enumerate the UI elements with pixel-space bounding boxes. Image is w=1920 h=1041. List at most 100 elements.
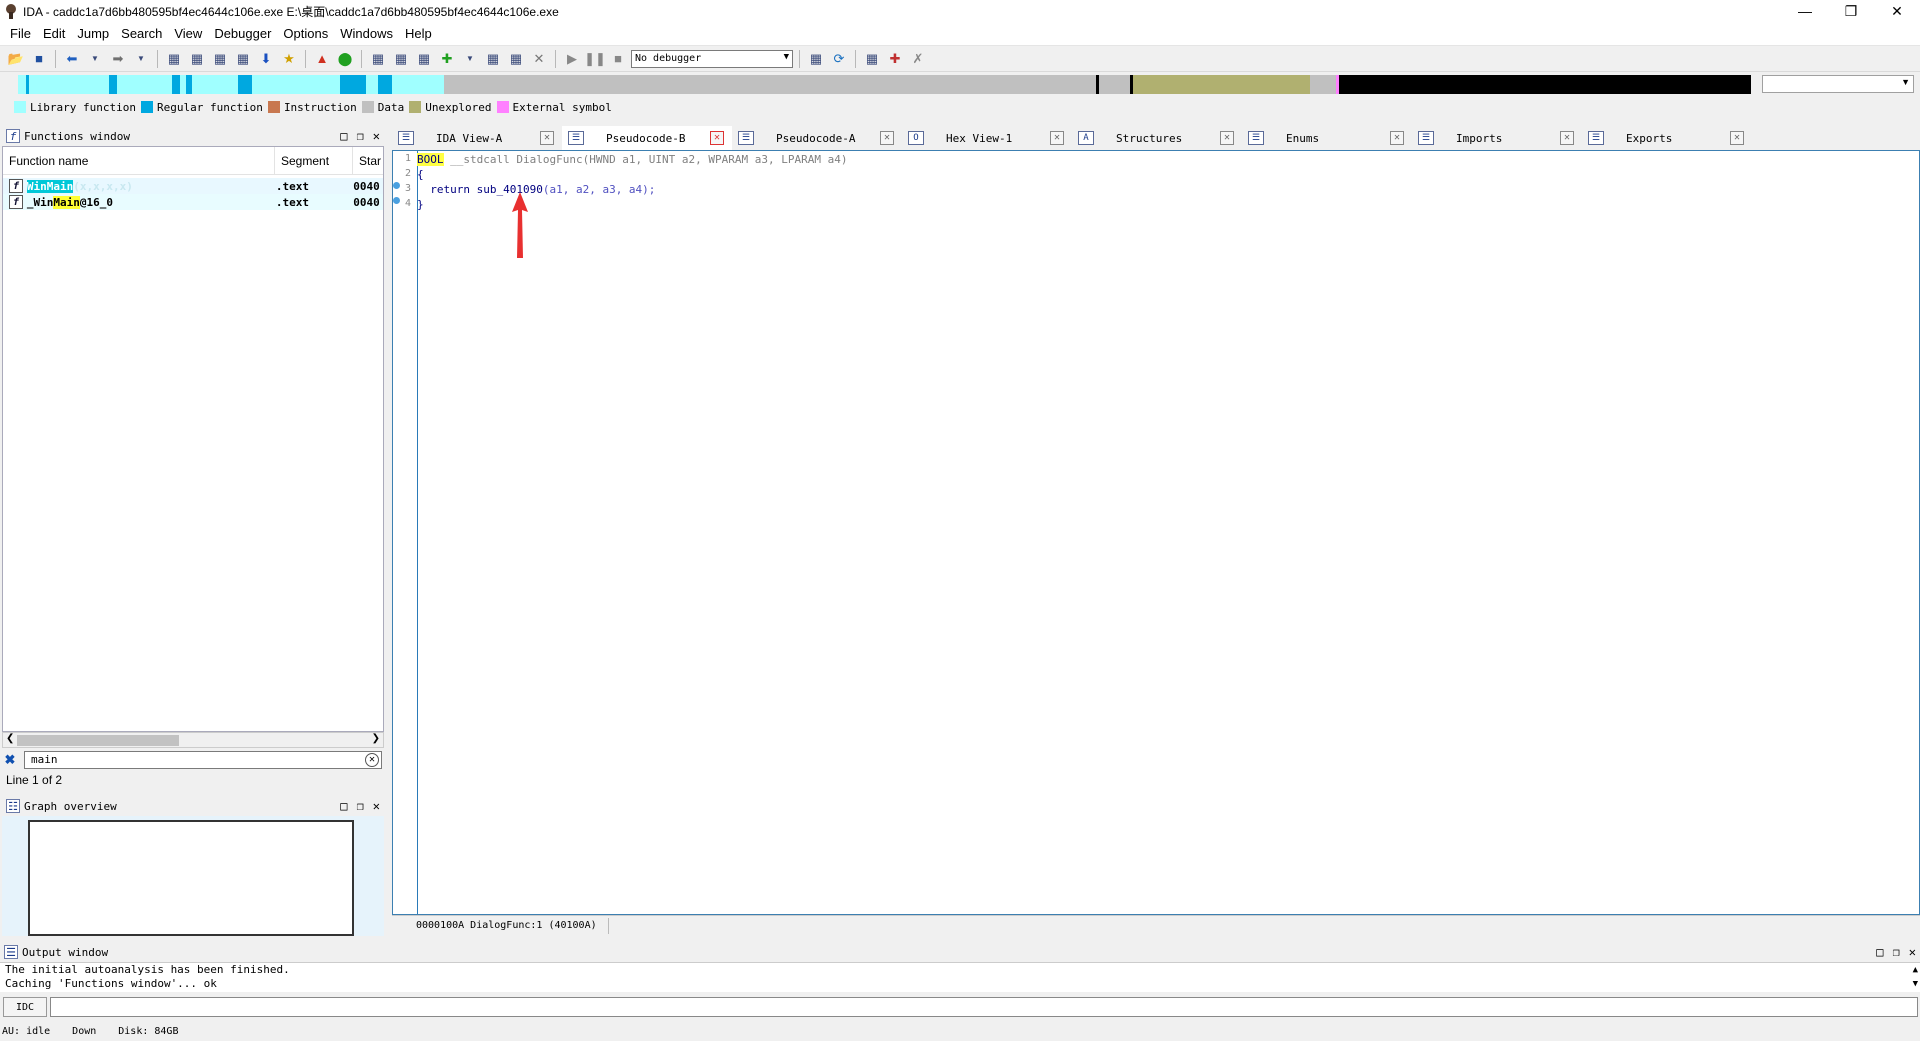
- search-next-icon[interactable]: ▦: [233, 49, 253, 69]
- menu-view[interactable]: View: [168, 22, 208, 46]
- line-number: 1: [405, 153, 412, 164]
- close-tab-icon[interactable]: ✕: [1050, 131, 1064, 145]
- run-icon[interactable]: ⬤: [335, 49, 355, 69]
- close-tab-icon[interactable]: ✕: [1730, 131, 1744, 145]
- forward-arrow-icon[interactable]: ➡: [108, 49, 128, 69]
- breakpoint-dropdown-icon[interactable]: ▼: [460, 49, 480, 69]
- tab-imports[interactable]: ☰ Imports ✕: [1412, 126, 1582, 150]
- cancel-icon[interactable]: ✕: [529, 49, 549, 69]
- output-log[interactable]: The initial autoanalysis has been finish…: [0, 962, 1920, 992]
- close-tab-icon[interactable]: ✕: [1220, 131, 1234, 145]
- plugin-icon[interactable]: ▦: [483, 49, 503, 69]
- tab-structures[interactable]: A Structures ✕: [1072, 126, 1242, 150]
- scrollbar-thumb[interactable]: [17, 735, 179, 746]
- close-pane-icon[interactable]: ✕: [373, 799, 380, 813]
- add-segment-icon[interactable]: ✚: [885, 49, 905, 69]
- tab-ida-view-a[interactable]: ☰ IDA View-A ✕: [392, 126, 562, 150]
- navigation-strip[interactable]: [18, 75, 1751, 94]
- segments-icon[interactable]: ▦: [862, 49, 882, 69]
- vertical-scrollbar[interactable]: ▲ ▼: [1913, 963, 1918, 991]
- maximize-pane-icon[interactable]: □: [1876, 945, 1883, 959]
- table-row[interactable]: f WinMain(x,x,x,x) .text 0040: [3, 178, 383, 194]
- close-icon[interactable]: ✕: [1874, 0, 1920, 22]
- graph-icon[interactable]: ▲: [312, 49, 332, 69]
- close-pane-icon[interactable]: ✕: [1909, 945, 1916, 959]
- xref-to-icon[interactable]: ▦: [391, 49, 411, 69]
- close-tab-icon[interactable]: ✕: [540, 131, 554, 145]
- search-immediate-icon[interactable]: ▦: [210, 49, 230, 69]
- column-header[interactable]: Function name: [3, 146, 275, 175]
- navigation-segment: [1133, 75, 1310, 94]
- horizontal-scrollbar[interactable]: ❮ ❯: [2, 732, 384, 748]
- menu-help[interactable]: Help: [399, 22, 438, 46]
- debugger-select[interactable]: No debugger ▼: [631, 49, 793, 68]
- maximize-pane-icon[interactable]: □: [340, 129, 347, 143]
- breakpoint-dot-icon[interactable]: [393, 197, 400, 204]
- delete-segment-icon[interactable]: ✗: [908, 49, 928, 69]
- pane-splitter[interactable]: [384, 126, 390, 936]
- close-tab-icon[interactable]: ✕: [1560, 131, 1574, 145]
- code-line[interactable]: BOOL __stdcall DialogFunc(HWND a1, UINT …: [417, 153, 847, 166]
- tab-pseudocode-b[interactable]: ☰ Pseudocode-B ✕: [562, 126, 732, 150]
- menu-file[interactable]: File: [4, 22, 37, 46]
- graph-overview-area[interactable]: [2, 816, 384, 936]
- tab-exports[interactable]: ☰ Exports ✕: [1582, 126, 1752, 150]
- jump-address-icon[interactable]: ★: [279, 49, 299, 69]
- back-arrow-icon[interactable]: ⬅: [62, 49, 82, 69]
- float-pane-icon[interactable]: ❐: [1893, 945, 1900, 959]
- navigation-segment: [366, 75, 378, 94]
- code-line[interactable]: }: [417, 198, 424, 211]
- search-text-icon[interactable]: ▦: [187, 49, 207, 69]
- graph-overview-viewport[interactable]: [28, 820, 354, 936]
- restore-icon[interactable]: ❐: [1828, 0, 1874, 22]
- search-binary-icon[interactable]: ▦: [164, 49, 184, 69]
- table-row[interactable]: f _WinMain@16_0 .text 0040: [3, 194, 383, 210]
- tab-enums[interactable]: ☰ Enums ✕: [1242, 126, 1412, 150]
- patch-icon[interactable]: ▦: [506, 49, 526, 69]
- exports-icon: ☰: [1588, 131, 1604, 145]
- menu-windows[interactable]: Windows: [334, 22, 399, 46]
- pause-debug-icon[interactable]: ❚❚: [584, 49, 606, 69]
- command-input[interactable]: [50, 997, 1918, 1017]
- clear-filter-icon[interactable]: ✖: [2, 752, 18, 768]
- chevron-left-icon[interactable]: ❮: [6, 733, 14, 744]
- column-header[interactable]: Star: [353, 147, 383, 175]
- clear-input-icon[interactable]: ✕: [365, 753, 379, 767]
- close-tab-icon[interactable]: ✕: [710, 131, 724, 145]
- minimize-icon[interactable]: —: [1782, 0, 1828, 22]
- start-debug-icon[interactable]: ▶: [562, 49, 582, 69]
- column-header[interactable]: Segment: [275, 146, 353, 175]
- navigation-combo[interactable]: ▼: [1762, 75, 1914, 93]
- filter-input[interactable]: main ✕: [24, 751, 382, 769]
- breakpoint-dot-icon[interactable]: [393, 182, 400, 189]
- tab-pseudocode-a[interactable]: ☰ Pseudocode-A ✕: [732, 126, 902, 150]
- float-pane-icon[interactable]: ❐: [357, 129, 364, 143]
- close-tab-icon[interactable]: ✕: [1390, 131, 1404, 145]
- tab-hex-view-1[interactable]: O Hex View-1 ✕: [902, 126, 1072, 150]
- menu-debugger[interactable]: Debugger: [208, 22, 277, 46]
- xref-icon[interactable]: ▦: [368, 49, 388, 69]
- code-line[interactable]: {: [417, 168, 424, 181]
- menu-options[interactable]: Options: [277, 22, 334, 46]
- chevron-right-icon[interactable]: ❯: [372, 733, 380, 744]
- close-pane-icon[interactable]: ✕: [373, 129, 380, 143]
- close-tab-icon[interactable]: ✕: [880, 131, 894, 145]
- function-segment: .text: [275, 179, 309, 193]
- stop-debug-icon[interactable]: ■: [608, 49, 628, 69]
- forward-dropdown-icon[interactable]: ▼: [131, 49, 151, 69]
- xref-from-icon[interactable]: ▦: [414, 49, 434, 69]
- refresh-icon[interactable]: ⟳: [829, 49, 849, 69]
- menu-search[interactable]: Search: [115, 22, 168, 46]
- float-pane-icon[interactable]: ❐: [357, 799, 364, 813]
- menu-jump[interactable]: Jump: [71, 22, 115, 46]
- menu-edit[interactable]: Edit: [37, 22, 71, 46]
- pseudocode-view[interactable]: 1 2 3 4 BOOL __stdcall DialogFunc(HWND a…: [392, 150, 1920, 915]
- maximize-pane-icon[interactable]: □: [340, 799, 347, 813]
- idc-button[interactable]: IDC: [3, 997, 47, 1017]
- add-breakpoint-icon[interactable]: ✚: [437, 49, 457, 69]
- back-dropdown-icon[interactable]: ▼: [85, 49, 105, 69]
- attach-process-icon[interactable]: ▦: [806, 49, 826, 69]
- jump-down-icon[interactable]: ⬇: [256, 49, 276, 69]
- save-icon[interactable]: ■: [29, 49, 49, 69]
- open-file-icon[interactable]: 📂: [6, 49, 26, 69]
